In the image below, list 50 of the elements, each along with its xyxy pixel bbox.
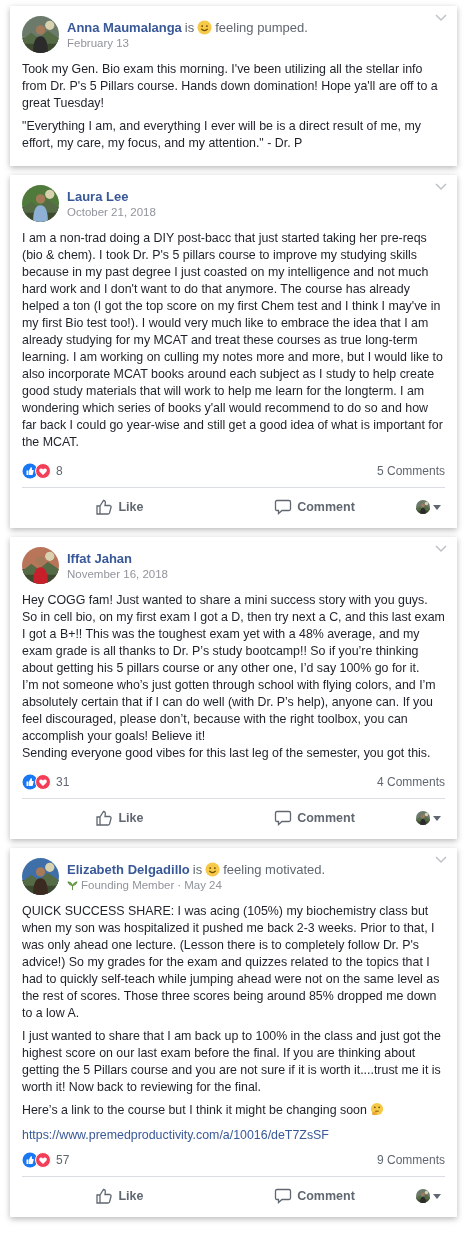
course-link[interactable]: https://www.premedproductivity.com/a/10016/deT7ZsSF <box>22 1128 329 1142</box>
post-text: QUICK SUCCESS SHARE: I was acing (105%) my biochemistry class but when my son was hospitalized it pushed me back 2-3 weeks. Prior to that, I was only ahead one lecture. (Lesson there is to completely follow Dr. P's advice!) So my grades for the exam and quizzes related to the topics that I had to quickly self-teach while jumping ahead were not on the same level as the rest of scores. Those three scores being around 85% dropped me down to a low A. <box>22 903 441 1022</box>
post-text: Hey COGG fam! Just wanted to share a mini success story with you guys. So in cell bio, on my first exam I got a D, then try next a C, and this last exam I got a B+!! This was the toughest exam yet with a 48% average, and my exam grade is all thanks to Dr. P’s study bootcamp!! So if you’re thinking about getting his 5 pillars course or any other one, I’d say 100% go for it. I’m not someone who’s just gotten through school with flying colors, and I’m absolutely certain that if I can do well (with Dr. P’s help), anyone can. If you feel discouraged, please don’t, because with the right toolbox, you can accomplish your goals! Believe it! Sending everyone good vibes for this last leg of the semester, you got this. <box>22 592 445 762</box>
caret-icon[interactable] <box>433 504 441 510</box>
post-text: "Everything I am, and everything I ever will be is a direct result of me, my effort, my care, my focus, and my attention." - Dr. P <box>22 118 422 152</box>
smiley-icon <box>205 862 221 877</box>
post-text: I am a non-trad doing a DIY post-bacc that just started taking her pre-reqs (bio & chem). I took Dr. P's 5 pillars course to improve my studying skills because in my past degree I just coasted on my intelligence and not much hard work and I don't want to do that anymore. The course has already helped a ton (I got the top score on my first Chem test and I think I may've in my first Bio test too!). I would very much like to embrace the idea that I am already studying for my MCAT and treat these courses as true long-term learning. I am working on culling my notes more and more, but I would like to also incorporate MCAT books around each subject as I study to help create good study materials that will work to help me learn for the longterm. I am wondering which series of books y'all would recommend to do so and how far back I could go year-wise and still get a good idea of what is important for the MCAT. <box>22 230 444 451</box>
reaction-count[interactable]: 8 <box>56 464 63 478</box>
comment-count[interactable]: 9 Comments <box>376 1153 445 1167</box>
feeling-text: feeling motivated. <box>223 862 326 877</box>
thumbs-up-icon <box>95 809 114 827</box>
like-button[interactable]: Like <box>22 494 217 520</box>
reaction-count[interactable]: 31 <box>56 775 70 789</box>
reactions-icon[interactable] <box>22 774 52 790</box>
thinking-face-icon <box>370 1102 385 1116</box>
sprout-icon <box>67 879 78 891</box>
speech-bubble-icon <box>274 1187 293 1205</box>
comment-count[interactable]: 4 Comments <box>376 775 445 789</box>
smiley-icon <box>197 20 213 35</box>
thumbs-up-icon <box>95 498 114 516</box>
like-button[interactable]: Like <box>22 1183 217 1209</box>
post-date[interactable]: November 16, 2018 <box>67 568 168 580</box>
like-button[interactable]: Like <box>22 805 217 831</box>
speech-bubble-icon <box>274 498 293 516</box>
post-date[interactable]: October 21, 2018 <box>67 206 156 218</box>
caret-icon[interactable] <box>433 815 441 821</box>
comment-count[interactable]: 5 Comments <box>376 464 445 478</box>
reactions-icon[interactable] <box>22 463 52 479</box>
author-name[interactable]: Elizabeth Delgadillo <box>67 862 190 877</box>
comment-button[interactable]: Comment <box>217 494 412 520</box>
comment-button[interactable]: Comment <box>217 805 412 831</box>
comment-button[interactable]: Comment <box>217 1183 412 1209</box>
separator-dot: · <box>177 879 182 891</box>
post-text: Here’s a link to the course but I think it might be changing soon <box>22 1102 445 1119</box>
feeling-verb: is <box>192 862 203 877</box>
caret-icon[interactable] <box>433 1193 441 1199</box>
post-date[interactable]: February 13 <box>67 37 129 49</box>
thumbs-up-icon <box>95 1187 114 1205</box>
feeling-verb: is <box>184 20 195 35</box>
author-name[interactable]: Laura Lee <box>67 189 129 204</box>
reaction-count[interactable]: 57 <box>56 1153 70 1167</box>
feeling-text: feeling pumped. <box>215 20 308 35</box>
post-text: I just wanted to share that I am back up to 100% in the class and just got the highest score on our last exam before the final. If you are thinking about getting the 5 Pillars course and you are not sure if it is worth it....trust me it is worth it! Now back to reviewing for the final. <box>22 1028 442 1096</box>
member-label: Founding Member <box>81 879 175 891</box>
speech-bubble-icon <box>274 809 293 827</box>
reactions-icon[interactable] <box>22 1152 52 1168</box>
author-name[interactable]: Anna Maumalanga <box>67 20 182 35</box>
post-text: Took my Gen. Bio exam this morning. I've been utilizing all the stellar info from Dr. P's 5 Pillars course. Hands down domination! Hope ya'll are off to a great Tuesday! <box>22 61 439 112</box>
post-date[interactable]: May 24 <box>184 879 222 891</box>
author-name[interactable]: Iffat Jahan <box>67 551 132 566</box>
